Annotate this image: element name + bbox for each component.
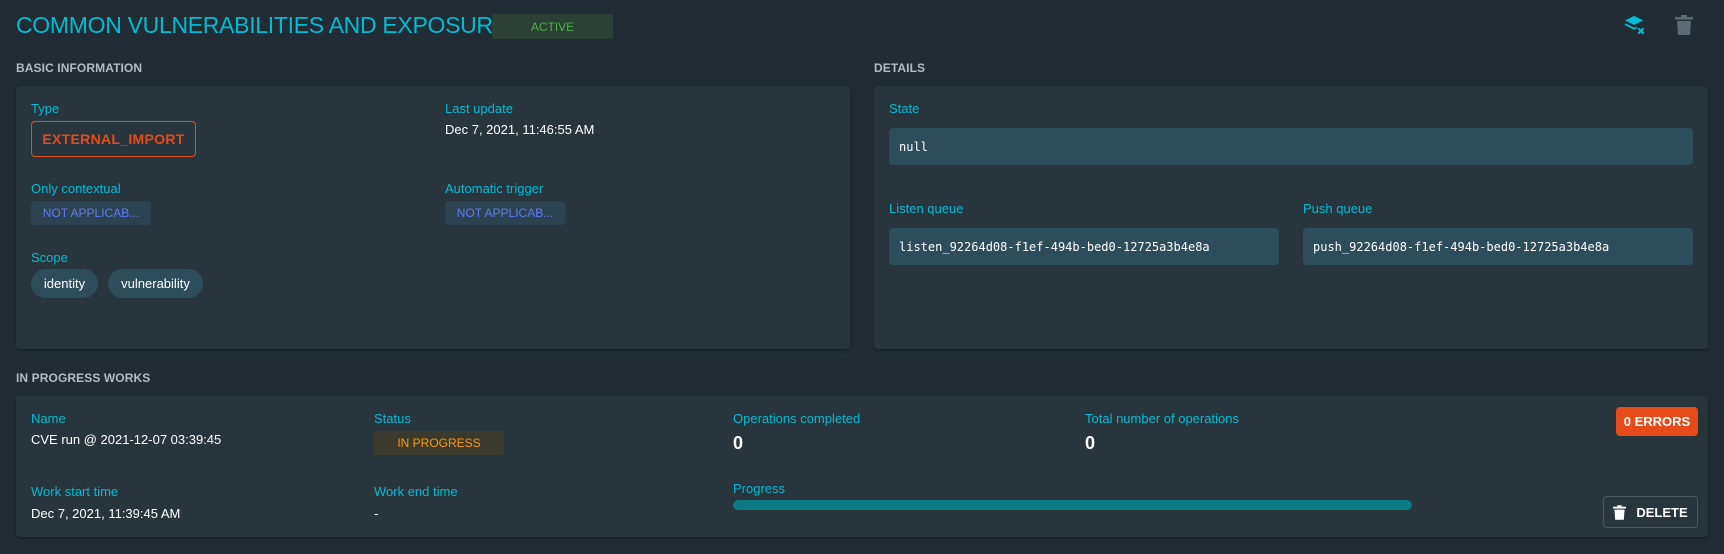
automatic-trigger-chip: NOT APPLICAB...	[445, 201, 565, 225]
trash-icon	[1613, 504, 1627, 520]
delete-work-label: DELETE	[1636, 504, 1688, 520]
only-contextual-label: Only contextual	[31, 181, 121, 196]
details-section-title: DETAILS	[874, 61, 926, 75]
delete-work-button[interactable]: DELETE	[1603, 496, 1698, 528]
scope-chip-identity: identity	[31, 269, 98, 298]
errors-button[interactable]: 0 ERRORS	[1616, 407, 1698, 436]
start-time-value: Dec 7, 2021, 11:39:45 AM	[31, 506, 181, 521]
listen-queue-label: Listen queue	[889, 201, 964, 216]
page-title: COMMON VULNERABILITIES AND EXPOSURES	[16, 12, 523, 38]
clear-works-icon[interactable]	[1620, 12, 1650, 38]
scope-chip-vulnerability: vulnerability	[108, 269, 203, 298]
work-status-chip: IN PROGRESS	[374, 431, 504, 455]
scope-label: Scope	[31, 250, 68, 265]
status-badge: ACTIVE	[492, 14, 613, 39]
details-panel	[874, 86, 1708, 349]
total-ops-label: Total number of operations	[1085, 411, 1239, 426]
ops-completed-label: Operations completed	[733, 411, 861, 426]
listen-queue-value: listen_92264d08-f1ef-494b-bed0-12725a3b4…	[889, 228, 1279, 265]
push-queue-value: push_92264d08-f1ef-494b-bed0-12725a3b4e8…	[1303, 228, 1693, 265]
delete-icon[interactable]	[1670, 12, 1698, 38]
end-time-value: -	[374, 506, 379, 521]
end-time-label: Work end time	[374, 484, 458, 499]
state-value: null	[889, 128, 1693, 165]
type-chip: EXTERNAL_IMPORT	[31, 121, 196, 157]
start-time-label: Work start time	[31, 484, 119, 499]
work-status-label: Status	[374, 411, 411, 426]
progress-bar	[733, 500, 1412, 510]
automatic-trigger-label: Automatic trigger	[445, 181, 544, 196]
last-update-label: Last update	[445, 101, 513, 116]
basic-info-section-title: BASIC INFORMATION	[16, 61, 143, 75]
progress-label: Progress	[733, 481, 786, 496]
work-name-value: CVE run @ 2021-12-07 03:39:45	[31, 432, 222, 447]
works-section-title: IN PROGRESS WORKS	[16, 371, 151, 385]
state-label: State	[889, 101, 920, 116]
work-panel	[16, 396, 1708, 537]
push-queue-label: Push queue	[1303, 201, 1373, 216]
work-name-label: Name	[31, 411, 66, 426]
only-contextual-chip: NOT APPLICAB...	[31, 201, 151, 225]
type-label: Type	[31, 101, 60, 116]
total-ops-value: 0	[1085, 433, 1096, 453]
ops-completed-value: 0	[733, 433, 744, 453]
last-update-value: Dec 7, 2021, 11:46:55 AM	[445, 122, 595, 137]
progress-fill	[733, 500, 1412, 510]
